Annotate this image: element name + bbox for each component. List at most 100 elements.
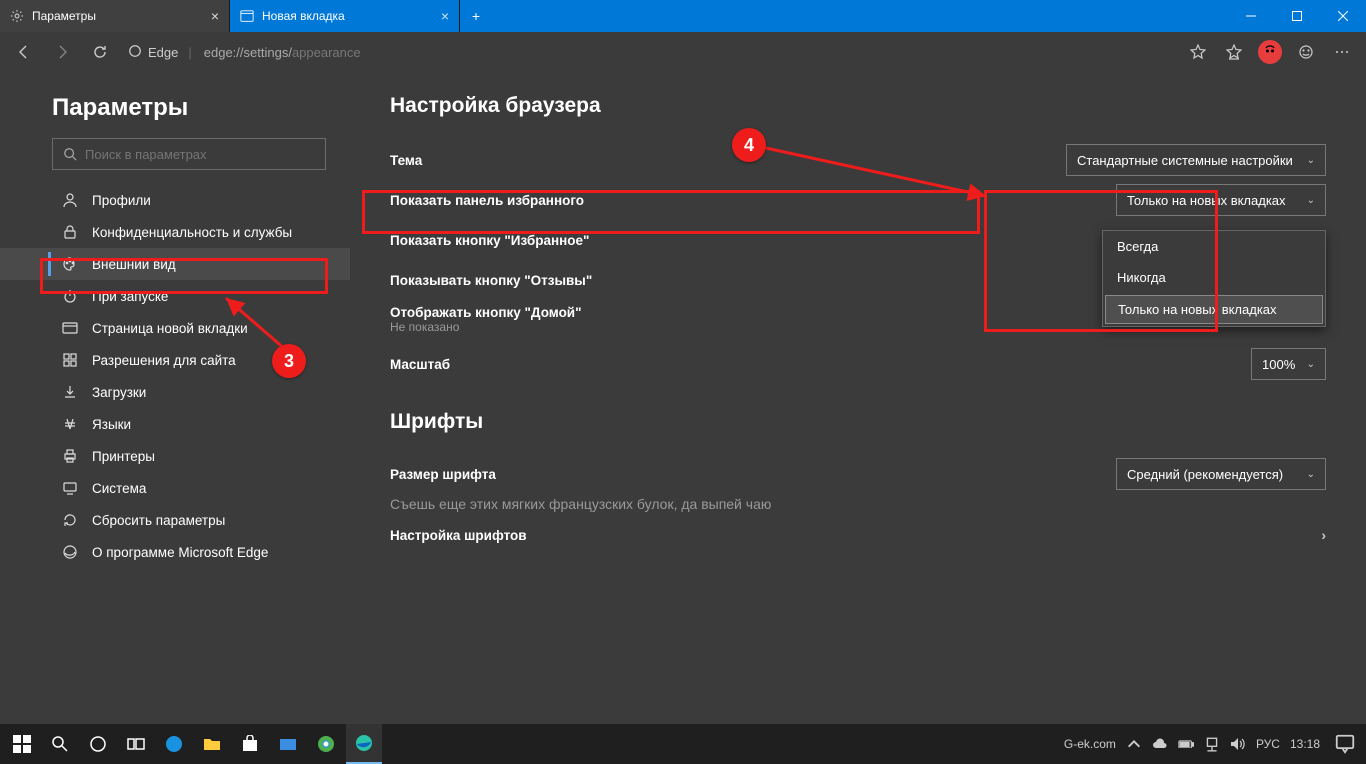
sidebar-item-newtab[interactable]: Страница новой вкладки xyxy=(0,312,350,344)
taskbar-site-label: G-ek.com xyxy=(1064,737,1116,751)
favorites-bar-button[interactable] xyxy=(1218,36,1250,68)
dropdown-value: Только на новых вкладках xyxy=(1127,193,1286,208)
nav-label: Система xyxy=(92,481,146,496)
dropdown-option-never[interactable]: Никогда xyxy=(1103,262,1325,293)
titlebar: Параметры × Новая вкладка × + xyxy=(0,0,1366,32)
taskbar-app-store[interactable] xyxy=(232,724,268,764)
nav-label: Профили xyxy=(92,193,151,208)
minimize-button[interactable] xyxy=(1228,0,1274,32)
toolbar: Edge | edge://settings/appearance xyxy=(0,32,1366,72)
sidebar-item-profiles[interactable]: Профили xyxy=(0,184,350,216)
taskbar-app-edge-legacy[interactable] xyxy=(156,724,192,764)
download-icon xyxy=(62,384,78,400)
fav-panel-dropdown-menu: Всегда Никогда Только на новых вкладках xyxy=(1102,230,1326,327)
dropdown-value: Стандартные системные настройки xyxy=(1077,153,1293,168)
setting-font-custom[interactable]: Настройка шрифтов › xyxy=(390,514,1326,556)
refresh-button[interactable] xyxy=(84,36,116,68)
dropdown-option-newtabs[interactable]: Только на новых вкладках xyxy=(1105,295,1323,324)
search-button[interactable] xyxy=(42,724,78,764)
taskbar-clock[interactable]: 13:18 xyxy=(1290,737,1320,751)
sidebar-item-downloads[interactable]: Загрузки xyxy=(0,376,350,408)
section-title-browser: Настройка браузера xyxy=(390,94,1326,118)
maximize-button[interactable] xyxy=(1274,0,1320,32)
font-size-dropdown[interactable]: Средний (рекомендуется) ⌄ xyxy=(1116,458,1326,490)
chevron-down-icon: ⌄ xyxy=(1307,155,1315,166)
nav-label: Языки xyxy=(92,417,131,432)
battery-icon[interactable] xyxy=(1178,736,1194,752)
close-icon[interactable]: × xyxy=(211,8,219,24)
nav-label: Принтеры xyxy=(92,449,155,464)
gear-icon xyxy=(10,9,24,23)
nav-label: Загрузки xyxy=(92,385,146,400)
nav-label: О программе Microsoft Edge xyxy=(92,545,268,560)
nav-label: Сбросить параметры xyxy=(92,513,225,528)
font-sample-text: Съешь еще этих мягких французских булок,… xyxy=(390,496,771,512)
taskview-button[interactable] xyxy=(118,724,154,764)
address-app-label: Edge xyxy=(148,45,178,60)
address-bar[interactable]: Edge | edge://settings/appearance xyxy=(122,38,1176,66)
fav-panel-dropdown[interactable]: Только на новых вкладках ⌄ xyxy=(1116,184,1326,216)
section-title-fonts: Шрифты xyxy=(390,410,1326,434)
nav-label: При запуске xyxy=(92,289,168,304)
start-button[interactable] xyxy=(4,724,40,764)
onedrive-icon[interactable] xyxy=(1152,736,1168,752)
monitor-icon xyxy=(62,480,78,496)
dropdown-value: 100% xyxy=(1262,357,1295,372)
zoom-dropdown[interactable]: 100% ⌄ xyxy=(1251,348,1326,380)
theme-dropdown[interactable]: Стандартные системные настройки ⌄ xyxy=(1066,144,1326,176)
dropdown-value: Средний (рекомендуется) xyxy=(1127,467,1283,482)
sidebar-item-reset[interactable]: Сбросить параметры xyxy=(0,504,350,536)
network-icon[interactable] xyxy=(1204,736,1220,752)
tab-newtab[interactable]: Новая вкладка × xyxy=(230,0,460,32)
forward-button[interactable] xyxy=(46,36,78,68)
sidebar-item-site-perms[interactable]: Разрешения для сайта xyxy=(0,344,350,376)
sidebar-item-privacy[interactable]: Конфиденциальность и службы xyxy=(0,216,350,248)
tray-expand-icon[interactable] xyxy=(1126,736,1142,752)
sidebar-item-appearance[interactable]: Внешний вид xyxy=(0,248,350,280)
action-center-button[interactable] xyxy=(1334,724,1356,764)
nav-label: Разрешения для сайта xyxy=(92,353,236,368)
edge-icon xyxy=(62,544,78,560)
search-icon xyxy=(63,147,77,161)
sidebar-title: Параметры xyxy=(52,94,350,122)
sidebar-item-system[interactable]: Система xyxy=(0,472,350,504)
edge-icon xyxy=(128,44,142,61)
feedback-button[interactable] xyxy=(1290,36,1322,68)
taskbar-app-edge[interactable] xyxy=(346,724,382,764)
taskbar-app-mail[interactable] xyxy=(270,724,306,764)
person-icon xyxy=(62,192,78,208)
close-icon[interactable]: × xyxy=(441,8,449,24)
settings-search-input[interactable] xyxy=(85,147,315,162)
sidebar-item-printers[interactable]: Принтеры xyxy=(0,440,350,472)
back-button[interactable] xyxy=(8,36,40,68)
taskbar-app-explorer[interactable] xyxy=(194,724,230,764)
favorite-button[interactable] xyxy=(1182,36,1214,68)
new-tab-button[interactable]: + xyxy=(460,0,492,32)
setting-label: Масштаб xyxy=(390,357,450,372)
setting-label: Размер шрифта xyxy=(390,467,496,482)
setting-fav-panel: Показать панель избранного Только на нов… xyxy=(390,180,1326,220)
power-icon xyxy=(62,288,78,304)
setting-zoom: Масштаб 100% ⌄ xyxy=(390,344,1326,384)
setting-label: Тема xyxy=(390,153,422,168)
profile-avatar[interactable] xyxy=(1254,36,1286,68)
taskbar-lang[interactable]: РУС xyxy=(1256,737,1280,751)
sidebar-item-languages[interactable]: Языки xyxy=(0,408,350,440)
settings-search[interactable] xyxy=(52,138,326,170)
setting-font-size: Размер шрифта Средний (рекомендуется) ⌄ … xyxy=(390,456,1326,514)
chevron-down-icon: ⌄ xyxy=(1307,469,1315,480)
volume-icon[interactable] xyxy=(1230,736,1246,752)
setting-theme: Тема Стандартные системные настройки ⌄ xyxy=(390,140,1326,180)
taskbar-app-chrome[interactable] xyxy=(308,724,344,764)
close-window-button[interactable] xyxy=(1320,0,1366,32)
newtab-icon xyxy=(62,320,78,336)
sidebar-item-startup[interactable]: При запуске xyxy=(0,280,350,312)
tab-settings[interactable]: Параметры × xyxy=(0,0,230,32)
setting-label: Отображать кнопку "Домой" xyxy=(390,305,582,320)
dropdown-option-always[interactable]: Всегда xyxy=(1103,231,1325,262)
setting-label: Настройка шрифтов xyxy=(390,528,527,543)
menu-button[interactable] xyxy=(1326,36,1358,68)
cortana-button[interactable] xyxy=(80,724,116,764)
sidebar-item-about[interactable]: О программе Microsoft Edge xyxy=(0,536,350,568)
permissions-icon xyxy=(62,352,78,368)
